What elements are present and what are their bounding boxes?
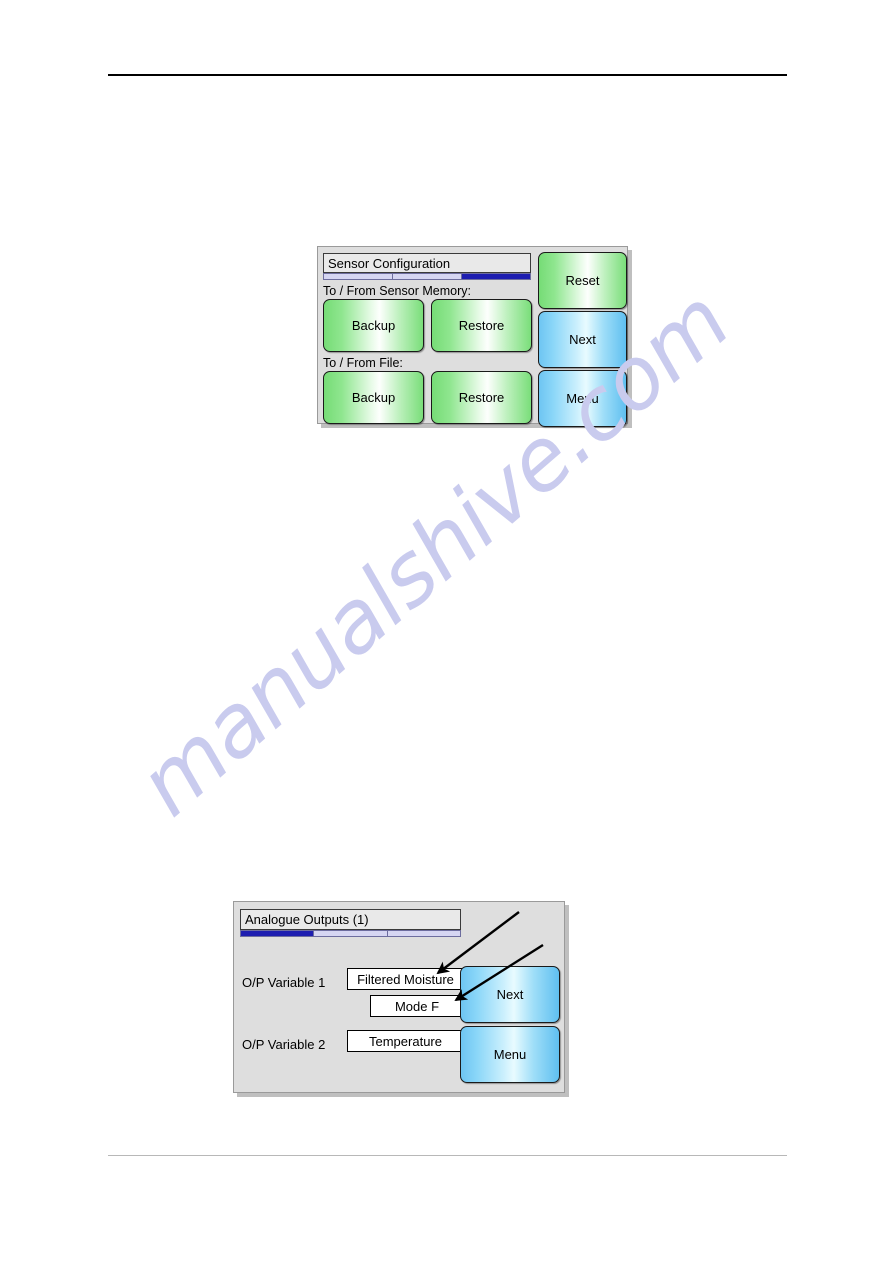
menu-button[interactable]: Menu xyxy=(460,1026,560,1083)
panel-title-box: Sensor Configuration xyxy=(323,253,531,273)
panel-step-progress xyxy=(240,930,461,937)
sensor-configuration-panel: Sensor Configuration To / From Sensor Me… xyxy=(317,246,628,427)
reset-button[interactable]: Reset xyxy=(538,252,627,309)
backup-to-file-button[interactable]: Backup xyxy=(323,371,424,424)
button-label: Restore xyxy=(458,318,505,333)
button-label: Backup xyxy=(351,318,396,333)
op-variable-1-value-field[interactable]: Filtered Moisture xyxy=(347,968,464,990)
op-variable-2-value-field[interactable]: Temperature xyxy=(347,1030,464,1052)
panel-title-box: Analogue Outputs (1) xyxy=(240,909,461,930)
progress-segment-1 xyxy=(324,274,393,279)
page-footer-rule xyxy=(108,1155,787,1156)
section-label-sensor-memory: To / From Sensor Memory: xyxy=(323,284,471,298)
next-button[interactable]: Next xyxy=(460,966,560,1023)
next-button[interactable]: Next xyxy=(538,311,627,368)
restore-from-sensor-memory-button[interactable]: Restore xyxy=(431,299,532,352)
panel-step-progress xyxy=(323,273,531,280)
page-header-rule xyxy=(108,74,787,76)
button-label: Reset xyxy=(565,273,600,288)
progress-segment-2 xyxy=(393,274,462,279)
op-variable-2-label: O/P Variable 2 xyxy=(242,1037,326,1052)
button-label: Backup xyxy=(351,390,396,405)
restore-from-file-button[interactable]: Restore xyxy=(431,371,532,424)
button-label: Menu xyxy=(493,1047,527,1062)
analogue-outputs-panel: Analogue Outputs (1) O/P Variable 1 Filt… xyxy=(233,901,565,1093)
panel-title: Sensor Configuration xyxy=(328,255,451,271)
panel-title: Analogue Outputs (1) xyxy=(245,912,369,927)
backup-to-sensor-memory-button[interactable]: Backup xyxy=(323,299,424,352)
menu-button[interactable]: Menu xyxy=(538,370,627,427)
button-label: Next xyxy=(569,332,596,347)
button-label: Next xyxy=(496,987,524,1002)
progress-segment-1 xyxy=(241,931,315,936)
op-variable-1-label: O/P Variable 1 xyxy=(242,975,326,990)
progress-segment-2 xyxy=(314,931,388,936)
op-variable-1-mode-field[interactable]: Mode F xyxy=(370,995,464,1017)
progress-segment-3 xyxy=(462,274,530,279)
progress-segment-3 xyxy=(387,931,460,936)
button-label: Menu xyxy=(566,391,599,406)
button-label: Restore xyxy=(458,390,505,405)
section-label-file: To / From File: xyxy=(323,356,403,370)
